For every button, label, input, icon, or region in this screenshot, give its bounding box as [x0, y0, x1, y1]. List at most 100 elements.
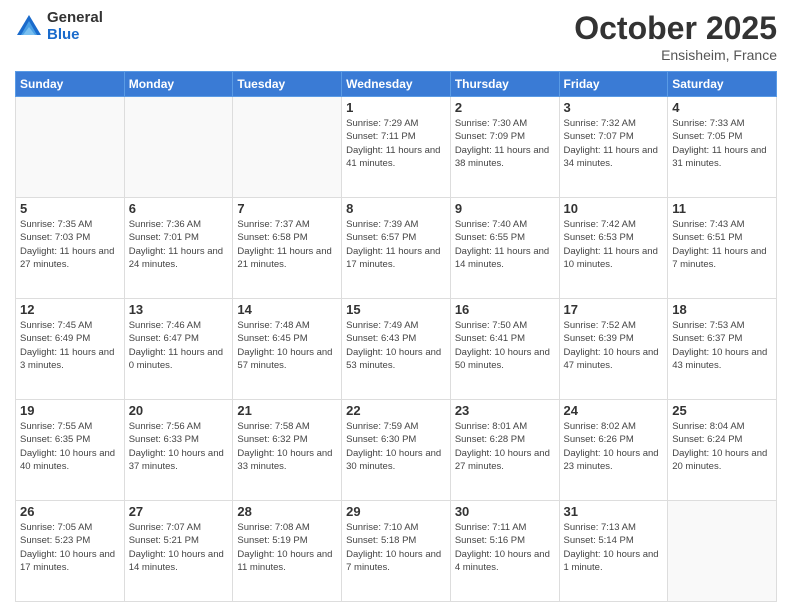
day-info: Sunrise: 7:49 AM Sunset: 6:43 PM Dayligh… [346, 319, 446, 372]
day-info: Sunrise: 7:53 AM Sunset: 6:37 PM Dayligh… [672, 319, 772, 372]
day-number: 23 [455, 403, 555, 418]
day-info: Sunrise: 7:07 AM Sunset: 5:21 PM Dayligh… [129, 521, 229, 574]
day-info: Sunrise: 7:36 AM Sunset: 7:01 PM Dayligh… [129, 218, 229, 271]
day-info: Sunrise: 7:30 AM Sunset: 7:09 PM Dayligh… [455, 117, 555, 170]
day-number: 25 [672, 403, 772, 418]
day-info: Sunrise: 7:37 AM Sunset: 6:58 PM Dayligh… [237, 218, 337, 271]
calendar-cell: 16 Sunrise: 7:50 AM Sunset: 6:41 PM Dayli… [450, 299, 559, 400]
day-info: Sunrise: 7:59 AM Sunset: 6:30 PM Dayligh… [346, 420, 446, 473]
calendar-cell: 2 Sunrise: 7:30 AM Sunset: 7:09 PM Daylig… [450, 97, 559, 198]
title-block: October 2025 Ensisheim, France [574, 10, 777, 63]
day-info: Sunrise: 8:01 AM Sunset: 6:28 PM Dayligh… [455, 420, 555, 473]
day-info: Sunrise: 7:45 AM Sunset: 6:49 PM Dayligh… [20, 319, 120, 372]
day-number: 14 [237, 302, 337, 317]
calendar-cell: 10 Sunrise: 7:42 AM Sunset: 6:53 PM Dayli… [559, 198, 668, 299]
day-info: Sunrise: 7:42 AM Sunset: 6:53 PM Dayligh… [564, 218, 664, 271]
calendar-cell [124, 97, 233, 198]
day-info: Sunrise: 7:05 AM Sunset: 5:23 PM Dayligh… [20, 521, 120, 574]
day-info: Sunrise: 7:39 AM Sunset: 6:57 PM Dayligh… [346, 218, 446, 271]
calendar-cell: 4Sunrise: 7:33 AM Sunset: 7:05 PM Daylig… [668, 97, 777, 198]
day-number: 16 [455, 302, 555, 317]
day-number: 12 [20, 302, 120, 317]
calendar-table: Sunday Monday Tuesday Wednesday Thursday… [15, 71, 777, 602]
logo-icon [15, 13, 43, 41]
day-info: Sunrise: 7:58 AM Sunset: 6:32 PM Dayligh… [237, 420, 337, 473]
day-number: 29 [346, 504, 446, 519]
calendar-cell: 24 Sunrise: 8:02 AM Sunset: 6:26 PM Dayli… [559, 400, 668, 501]
day-number: 28 [237, 504, 337, 519]
day-info: Sunrise: 7:46 AM Sunset: 6:47 PM Dayligh… [129, 319, 229, 372]
day-number: 3 [564, 100, 664, 115]
header: General Blue October 2025 Ensisheim, Fra… [15, 10, 777, 63]
weekday-header-row: Sunday Monday Tuesday Wednesday Thursday… [16, 72, 777, 97]
calendar-cell: 29 Sunrise: 7:10 AM Sunset: 5:18 PM Dayli… [342, 501, 451, 602]
calendar-cell: 30 Sunrise: 7:11 AM Sunset: 5:16 PM Dayli… [450, 501, 559, 602]
day-info: Sunrise: 7:13 AM Sunset: 5:14 PM Dayligh… [564, 521, 664, 574]
day-info: Sunrise: 7:43 AM Sunset: 6:51 PM Dayligh… [672, 218, 772, 271]
calendar-cell [668, 501, 777, 602]
day-info: Sunrise: 7:50 AM Sunset: 6:41 PM Dayligh… [455, 319, 555, 372]
calendar-cell: 12 Sunrise: 7:45 AM Sunset: 6:49 PM Dayli… [16, 299, 125, 400]
calendar-cell: 3Sunrise: 7:32 AM Sunset: 7:07 PM Daylig… [559, 97, 668, 198]
calendar-cell: 9 Sunrise: 7:40 AM Sunset: 6:55 PM Daylig… [450, 198, 559, 299]
day-number: 26 [20, 504, 120, 519]
day-number: 22 [346, 403, 446, 418]
calendar-cell [233, 97, 342, 198]
day-number: 21 [237, 403, 337, 418]
day-info: Sunrise: 7:52 AM Sunset: 6:39 PM Dayligh… [564, 319, 664, 372]
day-number: 10 [564, 201, 664, 216]
day-number: 18 [672, 302, 772, 317]
calendar-cell: 21 Sunrise: 7:58 AM Sunset: 6:32 PM Dayli… [233, 400, 342, 501]
day-number: 9 [455, 201, 555, 216]
calendar-cell: 23 Sunrise: 8:01 AM Sunset: 6:28 PM Dayli… [450, 400, 559, 501]
day-number: 5 [20, 201, 120, 216]
calendar-cell: 19 Sunrise: 7:55 AM Sunset: 6:35 PM Dayli… [16, 400, 125, 501]
day-number: 13 [129, 302, 229, 317]
header-thursday: Thursday [450, 72, 559, 97]
day-number: 2 [455, 100, 555, 115]
calendar-cell: 11 Sunrise: 7:43 AM Sunset: 6:51 PM Dayli… [668, 198, 777, 299]
day-number: 19 [20, 403, 120, 418]
title-month: October 2025 [574, 10, 777, 47]
logo-general: General [47, 10, 103, 27]
day-number: 20 [129, 403, 229, 418]
calendar-cell: 7Sunrise: 7:37 AM Sunset: 6:58 PM Daylig… [233, 198, 342, 299]
title-location: Ensisheim, France [574, 47, 777, 63]
day-info: Sunrise: 7:55 AM Sunset: 6:35 PM Dayligh… [20, 420, 120, 473]
day-info: Sunrise: 8:02 AM Sunset: 6:26 PM Dayligh… [564, 420, 664, 473]
calendar-cell: 13 Sunrise: 7:46 AM Sunset: 6:47 PM Dayli… [124, 299, 233, 400]
calendar-cell: 1 Sunrise: 7:29 AM Sunset: 7:11 PM Daylig… [342, 97, 451, 198]
day-info: Sunrise: 7:11 AM Sunset: 5:16 PM Dayligh… [455, 521, 555, 574]
day-info: Sunrise: 7:10 AM Sunset: 5:18 PM Dayligh… [346, 521, 446, 574]
calendar-cell: 20 Sunrise: 7:56 AM Sunset: 6:33 PM Dayli… [124, 400, 233, 501]
calendar-cell: 8 Sunrise: 7:39 AM Sunset: 6:57 PM Daylig… [342, 198, 451, 299]
day-info: Sunrise: 7:29 AM Sunset: 7:11 PM Dayligh… [346, 117, 446, 170]
header-friday: Friday [559, 72, 668, 97]
header-saturday: Saturday [668, 72, 777, 97]
day-number: 24 [564, 403, 664, 418]
day-number: 31 [564, 504, 664, 519]
day-info: Sunrise: 7:35 AM Sunset: 7:03 PM Dayligh… [20, 218, 120, 271]
calendar-week-row: 5 Sunrise: 7:35 AM Sunset: 7:03 PM Daylig… [16, 198, 777, 299]
page: General Blue October 2025 Ensisheim, Fra… [0, 0, 792, 612]
header-sunday: Sunday [16, 72, 125, 97]
calendar-cell: 14 Sunrise: 7:48 AM Sunset: 6:45 PM Dayli… [233, 299, 342, 400]
day-info: Sunrise: 7:40 AM Sunset: 6:55 PM Dayligh… [455, 218, 555, 271]
day-number: 11 [672, 201, 772, 216]
calendar-cell: 26 Sunrise: 7:05 AM Sunset: 5:23 PM Dayli… [16, 501, 125, 602]
day-info: Sunrise: 7:33 AM Sunset: 7:05 PM Dayligh… [672, 117, 772, 170]
calendar-cell: 31 Sunrise: 7:13 AM Sunset: 5:14 PM Dayli… [559, 501, 668, 602]
header-monday: Monday [124, 72, 233, 97]
calendar-week-row: 12 Sunrise: 7:45 AM Sunset: 6:49 PM Dayli… [16, 299, 777, 400]
day-info: Sunrise: 7:56 AM Sunset: 6:33 PM Dayligh… [129, 420, 229, 473]
day-number: 1 [346, 100, 446, 115]
calendar-week-row: 26 Sunrise: 7:05 AM Sunset: 5:23 PM Dayli… [16, 501, 777, 602]
calendar-cell: 15Sunrise: 7:49 AM Sunset: 6:43 PM Dayli… [342, 299, 451, 400]
day-number: 27 [129, 504, 229, 519]
day-info: Sunrise: 7:48 AM Sunset: 6:45 PM Dayligh… [237, 319, 337, 372]
calendar-cell: 18 Sunrise: 7:53 AM Sunset: 6:37 PM Dayli… [668, 299, 777, 400]
day-number: 8 [346, 201, 446, 216]
calendar-cell: 6Sunrise: 7:36 AM Sunset: 7:01 PM Daylig… [124, 198, 233, 299]
day-number: 30 [455, 504, 555, 519]
calendar-cell: 22 Sunrise: 7:59 AM Sunset: 6:30 PM Dayli… [342, 400, 451, 501]
